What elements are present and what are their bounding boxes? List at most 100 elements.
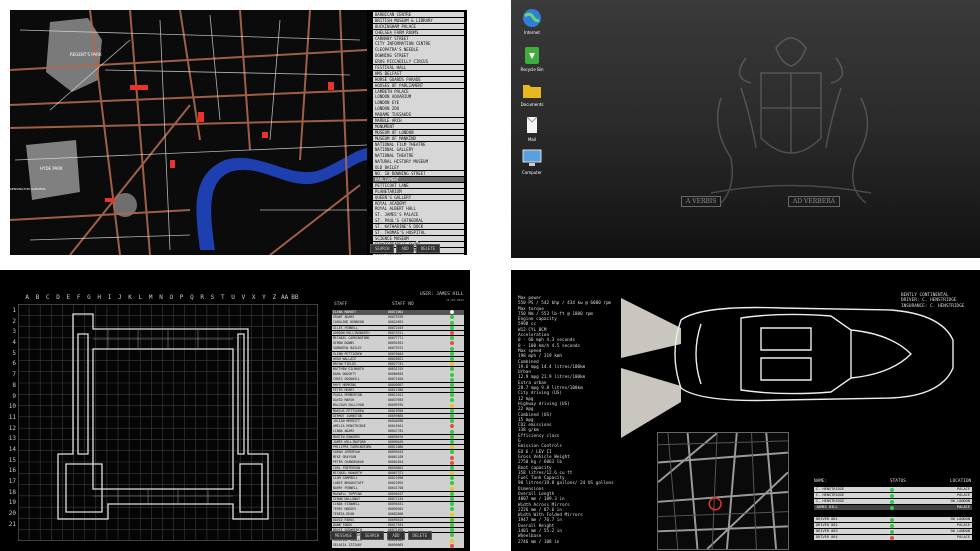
place-list-item[interactable]: NATIONAL GALLERY xyxy=(373,147,464,153)
place-list-item[interactable]: ST. JAMES'S PALACE xyxy=(373,212,464,218)
place-list-item[interactable]: MARBLE ARCH xyxy=(373,118,464,124)
place-list-item[interactable]: SOHO SQUARE xyxy=(373,253,464,255)
place-list-item[interactable]: ROYAL ALBERT HALL xyxy=(373,206,464,212)
drivers-list[interactable]: C. HENSTRIDGE PALACE C. HENSTRIDGE PALACE C.… xyxy=(814,487,972,541)
add-button[interactable]: ADD xyxy=(387,531,405,540)
palace-floor-plan[interactable] xyxy=(18,304,318,541)
london-street-map[interactable]: REGENT'S PARK HYDE PARK KENSINGTON GARDE… xyxy=(10,10,367,255)
staff-row[interactable]: LIAM CAMPBELL 00021090 xyxy=(332,476,464,481)
staff-row[interactable]: GORDON HOLLINGWORTH 00073311 xyxy=(332,330,464,336)
driver-row[interactable]: C. HENSTRIDGE PALACE xyxy=(814,487,972,493)
place-list-item[interactable]: MUSEUM OF LONDON xyxy=(373,129,464,136)
place-list-item[interactable]: PETTICOAT LANE xyxy=(373,182,464,189)
staff-row[interactable]: SELASIA IZZIARY 00090065 xyxy=(332,543,464,549)
place-list-item[interactable]: BRITISH MUSEUM & LIBRARY xyxy=(373,17,464,24)
place-list-item[interactable]: LAMBETH PALACE xyxy=(373,88,464,94)
staff-row[interactable]: MALCOLM SULLIVAN 00099765 xyxy=(332,403,464,408)
staff-row[interactable]: MARTIN EDWARDS 00095676 xyxy=(332,434,464,440)
staff-row[interactable]: CHRIS GOODWILL 00071020 xyxy=(332,377,464,383)
staff-row[interactable]: DAVID MARSH 00037655 xyxy=(332,398,464,403)
place-list-item[interactable]: BARBICAN CENTRE xyxy=(373,12,464,18)
staff-row[interactable]: SAMANTHA BAILEY 00075372 xyxy=(332,346,464,351)
place-list-item[interactable]: HOUSES OF PARLIAMENT xyxy=(373,82,464,88)
staff-row[interactable]: GRANT ADAMS 00075376 xyxy=(332,315,464,320)
desktop-icon-documents[interactable]: Documents xyxy=(517,80,547,107)
desktop-icon-internet[interactable]: Internet xyxy=(517,8,547,35)
delete-button[interactable]: DELETE xyxy=(415,244,441,253)
driver-row[interactable]: JAMES HILL PALACE xyxy=(814,504,972,511)
staff-row[interactable]: DAVID PARKS 00095015 xyxy=(332,517,464,523)
staff-row[interactable]: PETER CHANDRAKAR 00001654 xyxy=(332,460,464,466)
driver-row[interactable]: DRIVER 004 PALACE xyxy=(814,534,972,541)
place-list-item[interactable]: LONDON EYE xyxy=(373,100,464,106)
message-button[interactable]: MESSAGE xyxy=(330,531,357,540)
staff-row[interactable]: DARA DOUGHTY 00086655 xyxy=(332,372,464,377)
staff-row[interactable]: AMELIA HENSTRIDGE 00016561 xyxy=(332,424,464,429)
desktop-icon-computer[interactable]: Computer xyxy=(517,148,547,175)
staff-row[interactable]: JULIAN MERRITT 00040566 xyxy=(332,418,464,424)
staff-row[interactable]: SARAH JEREMIAH 00099453 xyxy=(332,450,464,455)
place-list-item[interactable]: ST. KATHARINE'S DOCK xyxy=(373,224,464,230)
place-list-item[interactable]: CLEOPATRA'S NEEDLE xyxy=(373,47,464,53)
places-list[interactable]: BARBICAN CENTRE BRITISH MUSEUM & LIBRARY B… xyxy=(373,12,464,255)
add-button[interactable]: ADD xyxy=(396,244,414,253)
place-list-item[interactable]: MUSEUM OF MANKIND xyxy=(373,135,464,141)
staff-row[interactable]: MIKE GRAYSON 00061109 xyxy=(332,455,464,460)
driver-row[interactable]: DRIVER 001 SW LONDON xyxy=(814,516,972,523)
place-list-item[interactable]: HMS BELFAST xyxy=(373,70,464,77)
driver-row[interactable]: DRIVER 002 PALACE xyxy=(814,522,972,529)
place-list-item[interactable]: BUCKINGHAM PALACE xyxy=(373,23,464,30)
staff-row[interactable]: MAXWELL TOPPING 00090107 xyxy=(332,491,464,497)
place-list-item[interactable]: ST. THOMAS'S HOSPITAL xyxy=(373,229,464,236)
place-list-item[interactable]: DOWNING STREET xyxy=(373,53,464,59)
place-list-item[interactable]: NATIONAL THEATRE xyxy=(373,153,464,159)
place-list-item[interactable]: FESTIVAL HALL xyxy=(373,65,464,71)
desktop-icon-mail[interactable]: Mail xyxy=(517,115,547,142)
staff-row[interactable]: DAWN TODDS 00017553 xyxy=(332,522,464,528)
staff-row[interactable]: ELENA MARKET 00072001 xyxy=(332,310,464,315)
vehicle-location-map[interactable] xyxy=(657,432,789,550)
staff-row[interactable]: LANCE BROOKSTAFF 00022092 xyxy=(332,481,464,486)
staff-row[interactable]: DERMOT JOHNSTON 00099865 xyxy=(332,413,464,419)
staff-row[interactable]: BARRY FENNELL 00041700 xyxy=(332,486,464,491)
staff-row[interactable]: PHILIPPA CARRINGFORD 00011066 xyxy=(332,444,464,450)
staff-row[interactable]: SIMON DOWNS 00092651 xyxy=(332,341,464,346)
place-list-item[interactable]: PARLIAMENT xyxy=(373,176,464,183)
staff-row[interactable]: RHYS HEMMING 00040097 xyxy=(332,382,464,388)
driver-row[interactable]: DRIVER 003 SW LONDON xyxy=(814,528,972,535)
staff-row[interactable]: GILES FENNELL 00072019 xyxy=(332,325,464,331)
staff-row[interactable]: TERRY HODGES 00090302 xyxy=(332,507,464,512)
driver-row[interactable]: C. HENSTRIDGE SW LONDON xyxy=(814,498,972,505)
place-list-item[interactable]: CARNABY STREET xyxy=(373,35,464,41)
staff-row[interactable]: TERESA DEAN 00082800 xyxy=(332,512,464,517)
delete-button[interactable]: DELETE xyxy=(407,531,432,540)
place-list-item[interactable]: NATURAL HISTORY MUSEUM xyxy=(373,159,464,165)
place-list-item[interactable]: CHELSEA FARM ROOMS xyxy=(373,29,464,35)
staff-row[interactable]: PETER HENRY 00011980 xyxy=(332,387,464,393)
place-list-item[interactable]: EROS PICCADILLY CIRCUS xyxy=(373,59,464,65)
staff-row[interactable]: GLENN PETTIGREW 00070404 xyxy=(332,351,464,357)
place-list-item[interactable]: QUEEN'S GALLERY xyxy=(373,194,464,200)
desktop-icon-recycle-bin[interactable]: Recycle Bin xyxy=(517,45,547,72)
place-list-item[interactable]: CITY INFORMATION CENTRE xyxy=(373,41,464,47)
place-list-item[interactable]: MONUMENT xyxy=(373,123,464,130)
place-list-item[interactable]: NATIONAL FILM THEATRE xyxy=(373,141,464,147)
driver-row[interactable]: C. HENSTRIDGE PALACE xyxy=(814,492,972,499)
place-list-item[interactable]: LONDON AQUARIUM xyxy=(373,94,464,100)
place-list-item[interactable]: PLANETARIUM xyxy=(373,188,464,195)
place-list-item[interactable]: MADAME TUSSAUDS xyxy=(373,112,464,118)
staff-list[interactable]: ELENA MARKET 00072001 GRANT ADAMS 00075376 C… xyxy=(332,310,464,549)
staff-row[interactable]: MICHAEL CARRINGFORD 00077771 xyxy=(332,335,464,341)
staff-row[interactable]: MICHAEL HOWARTH 00067371 xyxy=(332,470,464,476)
staff-row[interactable]: BRYAN FIELDS 00027781 xyxy=(332,361,464,367)
staff-row[interactable]: MATTHEW GILMARTH 00031319 xyxy=(332,367,464,372)
search-button[interactable]: SEARCH xyxy=(370,244,395,253)
staff-row[interactable]: CARL FENTERSON 00050801 xyxy=(332,465,464,471)
staff-row[interactable]: SIMON HOLLOWAY 00071155 xyxy=(332,496,464,502)
staff-row[interactable]: MARCUS PETTIGREW 00019956 xyxy=(332,408,464,414)
place-list-item[interactable]: ST. PAUL'S CATHEDRAL xyxy=(373,218,464,224)
staff-row[interactable]: HUGH WALLACE 00020021 xyxy=(332,356,464,362)
search-button[interactable]: SEARCH xyxy=(359,531,385,540)
place-list-item[interactable]: ROYAL ACADEMY xyxy=(373,200,464,206)
place-list-item[interactable]: HORSE GUARDS PARADE xyxy=(373,76,464,83)
